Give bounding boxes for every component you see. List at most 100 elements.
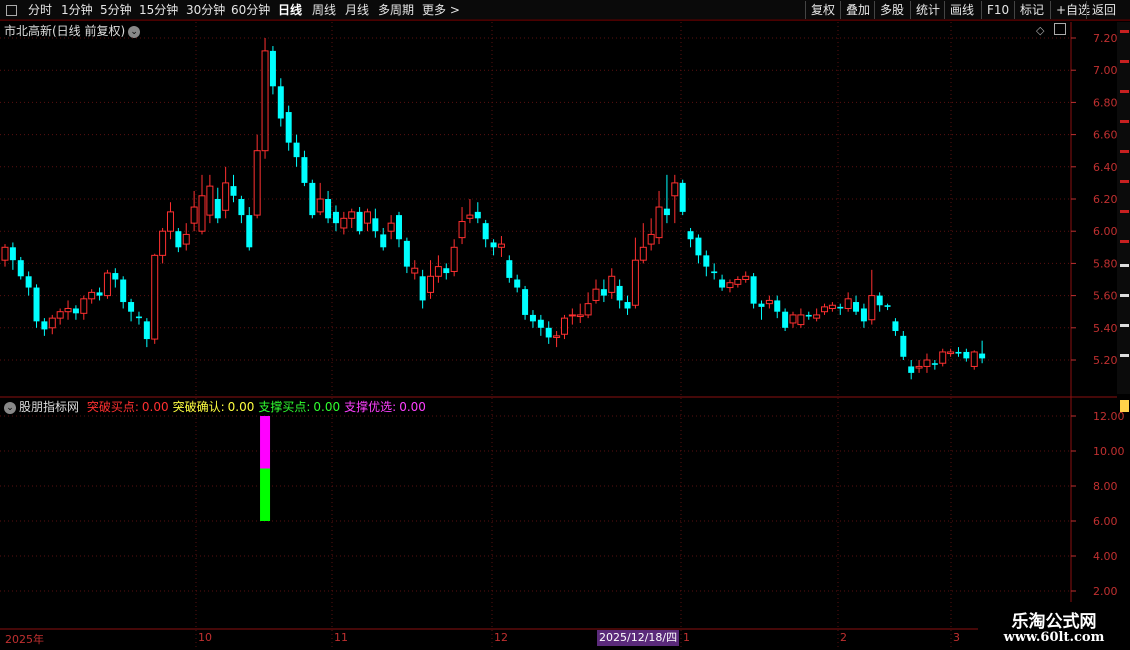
candle-body: [522, 289, 529, 315]
candle-body: [419, 276, 426, 301]
candle-body: [592, 288, 600, 301]
candle-body: [72, 308, 79, 314]
candle-body: [584, 303, 592, 316]
candle-body: [356, 211, 363, 232]
candle-body: [190, 206, 198, 224]
candle-body: [687, 231, 694, 240]
candle-body: [277, 86, 284, 119]
candle-body: [490, 242, 497, 248]
candle-body: [112, 273, 119, 280]
candle-body: [253, 150, 261, 216]
candle-body: [246, 215, 253, 248]
candle-body: [537, 319, 544, 328]
candle-body: [56, 311, 64, 319]
diamond-icon[interactable]: ◇: [1036, 24, 1044, 37]
candle-body: [813, 314, 821, 319]
candle-body: [600, 289, 607, 296]
candle-body: [671, 182, 679, 197]
candle-body: [25, 276, 32, 288]
price-axis-label: 6.60: [1093, 129, 1118, 142]
price-axis-label: 6.00: [1093, 225, 1118, 238]
candle-body: [88, 291, 96, 300]
date-axis-label: 3: [953, 631, 960, 644]
candle-body: [128, 302, 135, 312]
candle-body: [9, 247, 16, 261]
indicator-axis-label: 8.00: [1093, 480, 1118, 493]
candle-body: [309, 182, 316, 216]
candle-body: [17, 260, 24, 277]
candle-body: [947, 351, 955, 355]
candle-body: [230, 186, 237, 196]
candle-body: [853, 302, 860, 312]
watermark-url: www.60lt.com: [1003, 630, 1105, 645]
candle-body: [892, 321, 899, 332]
price-axis-label: 5.60: [1093, 290, 1118, 303]
candle-body: [679, 182, 686, 212]
candle-body: [120, 279, 127, 303]
candle-body: [908, 366, 915, 373]
candle-body: [285, 112, 292, 143]
candle-body: [427, 275, 435, 293]
indicator-axis-label: 2.00: [1093, 585, 1118, 598]
candle-body: [348, 211, 356, 219]
candle-body: [48, 317, 56, 329]
candle-body: [576, 314, 584, 318]
candle-body: [560, 317, 568, 335]
candle-body: [482, 223, 489, 240]
candle-body: [450, 246, 458, 272]
candle-body: [182, 233, 190, 245]
price-axis-label: 7.00: [1093, 64, 1118, 77]
date-axis-label: 10: [198, 631, 212, 644]
candle-body: [876, 295, 883, 306]
candle-body: [506, 260, 513, 278]
candle-body: [616, 285, 623, 301]
price-axis-label: 5.80: [1093, 257, 1118, 270]
candle-body: [293, 142, 300, 158]
candle-body: [529, 314, 536, 322]
date-axis-label: 12: [494, 631, 508, 644]
candle-body: [663, 208, 670, 216]
date-axis-label: 1: [683, 631, 690, 644]
candle-body: [269, 50, 276, 87]
candle-body: [789, 314, 797, 324]
candle-body: [261, 50, 269, 152]
candle-body: [695, 237, 702, 256]
candle-body: [758, 303, 765, 307]
panel-toggle-icon[interactable]: [1054, 23, 1066, 35]
candle-body: [797, 314, 805, 326]
candle-body: [80, 298, 88, 314]
candle-body: [900, 335, 907, 357]
candle-body: [545, 327, 552, 338]
candle-body: [884, 305, 891, 307]
candle-body: [206, 185, 214, 216]
candlestick-chart[interactable]: 7.20 7.00 6.80 6.60 6.40 6.20 6.00 5.80 5.60 5.40…: [0, 0, 1130, 650]
candle-body: [915, 365, 923, 369]
candle-body: [372, 218, 379, 232]
candle-body: [396, 215, 402, 240]
candle-body: [434, 266, 442, 277]
candle-body: [41, 321, 48, 330]
indicator-bar: [260, 416, 271, 469]
indicator-bar: [260, 468, 271, 521]
date-axis-label: 11: [334, 631, 348, 644]
indicator-axis-label: 6.00: [1093, 515, 1118, 528]
candle-body: [151, 254, 159, 340]
candle-body: [970, 351, 978, 367]
candle-body: [166, 211, 174, 232]
candle-body: [639, 246, 647, 261]
candle-body: [238, 199, 245, 216]
candle-body: [64, 307, 72, 313]
candle-body: [325, 199, 332, 219]
candle-body: [711, 271, 718, 274]
candle-body: [931, 363, 938, 365]
candle-body: [332, 211, 339, 224]
candle-body: [103, 272, 111, 297]
candle-body: [301, 157, 308, 183]
candle-body: [33, 287, 40, 322]
candle-body: [497, 243, 505, 248]
candle-body: [198, 195, 206, 232]
right-info-strip: [1117, 22, 1130, 630]
candle-body: [96, 292, 103, 296]
candle-body: [821, 306, 829, 313]
candle-body: [135, 316, 142, 319]
